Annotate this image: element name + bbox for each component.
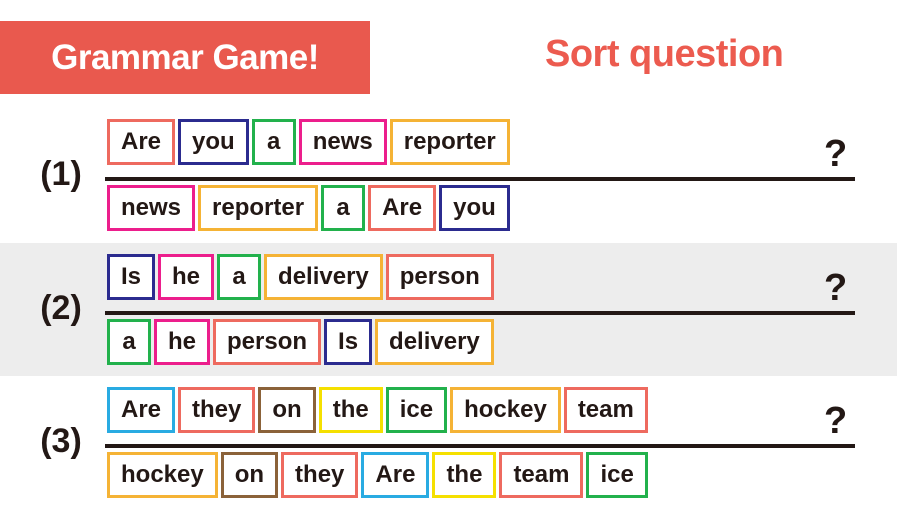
- question-mark: ?: [824, 400, 848, 442]
- word-chip[interactable]: hockey: [107, 452, 218, 498]
- word-chip[interactable]: on: [258, 387, 316, 433]
- word-chip[interactable]: they: [281, 452, 359, 498]
- word-chip[interactable]: the: [318, 387, 383, 433]
- game-title: Grammar Game!: [51, 37, 319, 77]
- word-chip[interactable]: person: [213, 319, 322, 365]
- word-chip[interactable]: Are: [368, 185, 437, 231]
- answer-underline: [105, 311, 855, 315]
- question-mark: ?: [824, 133, 848, 175]
- word-chip[interactable]: Are: [361, 452, 430, 498]
- scrambled-word-strip: hockey on they Are the team ice: [107, 452, 648, 498]
- word-chip[interactable]: a: [107, 319, 151, 365]
- word-chip[interactable]: they: [178, 387, 256, 433]
- word-chip[interactable]: Are: [107, 119, 176, 165]
- word-chip[interactable]: news: [298, 119, 387, 165]
- word-chip[interactable]: reporter: [198, 185, 319, 231]
- word-chip[interactable]: you: [439, 185, 510, 231]
- word-chip[interactable]: you: [178, 119, 249, 165]
- word-chip[interactable]: delivery: [375, 319, 494, 365]
- word-chip[interactable]: team: [499, 452, 584, 498]
- answer-word-strip: Is he a delivery person: [107, 254, 494, 300]
- question-list: (1) Are you a news reporter? news reporter a Are y…: [0, 105, 897, 509]
- page-subtitle: Sort question: [545, 33, 784, 75]
- word-chip[interactable]: he: [154, 319, 211, 365]
- question-number: (2): [40, 289, 82, 327]
- page-header: Grammar Game! Sort question: [0, 0, 897, 105]
- title-band: Grammar Game!: [0, 21, 370, 94]
- word-chip[interactable]: he: [158, 254, 215, 300]
- word-chip[interactable]: Is: [324, 319, 373, 365]
- question-row: (2) Is he a delivery person? a he person Is delive…: [0, 243, 897, 376]
- word-chip[interactable]: hockey: [450, 387, 561, 433]
- word-chip[interactable]: ice: [586, 452, 648, 498]
- word-chip[interactable]: delivery: [264, 254, 383, 300]
- word-chip[interactable]: on: [220, 452, 279, 498]
- word-chip[interactable]: a: [217, 254, 262, 300]
- scrambled-word-strip: news reporter a Are you: [107, 185, 510, 231]
- answer-word-strip: Are you a news reporter: [107, 119, 510, 165]
- question-number: (1): [40, 155, 82, 193]
- word-chip[interactable]: reporter: [389, 119, 510, 165]
- answer-word-strip: Are they on the ice hockey team: [107, 387, 648, 433]
- question-row: (3) Are they on the ice hockey team? hockey on the…: [0, 376, 897, 509]
- word-chip[interactable]: the: [432, 452, 497, 498]
- word-chip[interactable]: team: [563, 387, 648, 433]
- question-number: (3): [40, 422, 82, 460]
- scrambled-word-strip: a he person Is delivery: [107, 319, 494, 365]
- answer-underline: [105, 177, 855, 181]
- word-chip[interactable]: person: [385, 254, 494, 300]
- answer-underline: [105, 444, 855, 448]
- word-chip[interactable]: news: [107, 185, 196, 231]
- word-chip[interactable]: Is: [107, 254, 156, 300]
- word-chip[interactable]: a: [251, 119, 296, 165]
- question-row: (1) Are you a news reporter? news reporter a Are y…: [0, 105, 897, 243]
- word-chip[interactable]: Are: [107, 387, 176, 433]
- question-mark: ?: [824, 267, 848, 309]
- word-chip[interactable]: ice: [385, 387, 448, 433]
- word-chip[interactable]: a: [321, 185, 366, 231]
